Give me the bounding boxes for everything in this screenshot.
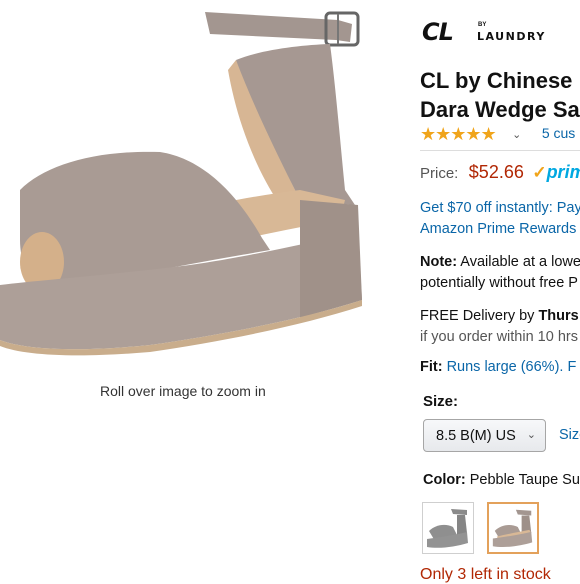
size-chart-link[interactable]: Size bbox=[559, 427, 580, 443]
brand-logo-by: BY bbox=[478, 22, 487, 28]
fit-row: Fit: Runs large (66%). F bbox=[420, 359, 576, 375]
size-select[interactable]: 8.5 B(M) US ⌄ bbox=[423, 419, 546, 452]
color-row: Color: Pebble Taupe Su bbox=[423, 472, 580, 488]
product-title-line2: Dara Wedge Sa bbox=[420, 97, 580, 122]
divider bbox=[420, 150, 580, 151]
rating-row: ★★★★★ ⌄ 5 cus bbox=[420, 124, 575, 144]
size-label: Size: bbox=[423, 393, 459, 410]
note-line1: Available at a lowe bbox=[457, 254, 580, 270]
delivery-day: Thurs bbox=[538, 308, 579, 324]
brand-logo[interactable]: CL BY LAUNDRY bbox=[422, 18, 557, 46]
fit-link[interactable]: Runs large (66%). F bbox=[447, 359, 577, 375]
reviews-link[interactable]: 5 cus bbox=[542, 125, 575, 141]
product-title-line1: CL by Chinese bbox=[420, 68, 573, 93]
delivery-block: FREE Delivery by Thurs if you order with… bbox=[420, 306, 579, 348]
color-swatch-pebble-taupe[interactable] bbox=[487, 502, 539, 554]
brand-logo-mark: CL bbox=[422, 18, 454, 46]
brand-logo-wordmark: LAUNDRY bbox=[477, 30, 546, 43]
price-row: Price: $52.66 ✓prime bbox=[420, 162, 580, 183]
note-label: Note: bbox=[420, 254, 458, 270]
chevron-down-icon[interactable]: ⌄ bbox=[512, 129, 521, 141]
chevron-down-icon: ⌄ bbox=[526, 429, 536, 441]
price-value: $52.66 bbox=[468, 162, 524, 182]
color-label: Color: bbox=[423, 472, 466, 488]
offer-line1: Get $70 off instantly: Pay bbox=[420, 200, 580, 216]
color-value: Pebble Taupe Su bbox=[469, 472, 580, 488]
offer-line2: Amazon Prime Rewards bbox=[420, 221, 577, 237]
fit-label: Fit: bbox=[420, 359, 443, 375]
prime-check-icon: ✓ bbox=[532, 163, 547, 182]
size-selected-value: 8.5 B(M) US bbox=[436, 428, 516, 444]
price-label: Price: bbox=[420, 165, 459, 182]
color-swatch-gray[interactable] bbox=[422, 502, 474, 554]
delivery-cutoff: if you order within 10 hrs bbox=[420, 329, 578, 345]
product-title: CL by Chinese Dara Wedge Sa bbox=[420, 66, 580, 124]
zoom-hint: Roll over image to zoom in bbox=[100, 383, 266, 399]
note-block: Note: Available at a lowe potentially wi… bbox=[420, 252, 580, 294]
stock-status: Only 3 left in stock bbox=[420, 566, 551, 583]
prime-badge[interactable]: prime bbox=[547, 162, 580, 182]
note-line2: potentially without free P bbox=[420, 275, 578, 291]
rewards-offer-link[interactable]: Get $70 off instantly: Pay Amazon Prime … bbox=[420, 198, 580, 240]
star-rating-icon[interactable]: ★★★★★ bbox=[420, 124, 497, 144]
product-image[interactable] bbox=[0, 0, 370, 370]
delivery-prefix: FREE Delivery by bbox=[420, 308, 539, 324]
